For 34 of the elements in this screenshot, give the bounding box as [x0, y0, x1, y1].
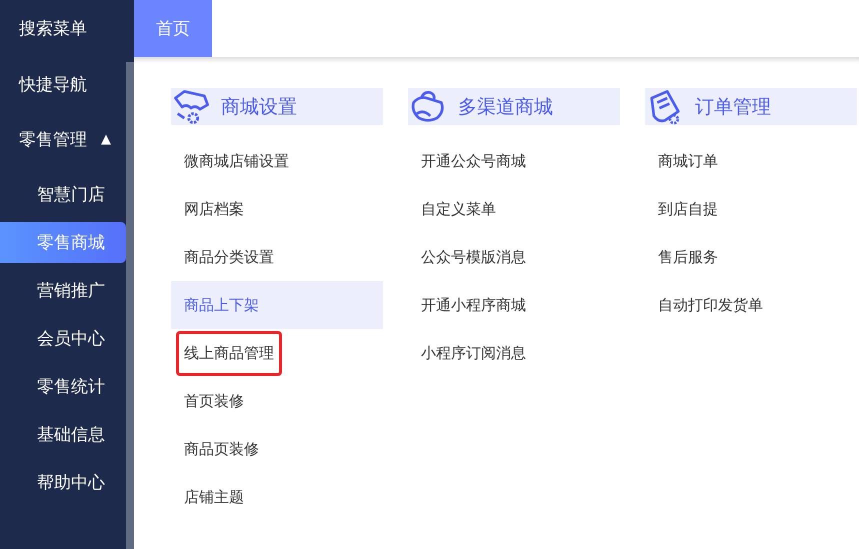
sidebar-item[interactable]: 智慧门店: [0, 174, 126, 215]
sidebar-item[interactable]: 营销推广: [0, 270, 126, 311]
menu-item[interactable]: 开通公众号商城: [408, 137, 620, 185]
sidebar-item[interactable]: 搜索菜单: [0, 0, 126, 57]
menu-item[interactable]: 自动打印发货单: [645, 281, 857, 329]
menu-item[interactable]: 售后服务: [645, 233, 857, 281]
menu-item[interactable]: 商品分类设置: [171, 233, 383, 281]
menu-item[interactable]: 商品页装修: [171, 425, 383, 473]
sidebar-item[interactable]: 快捷导航: [0, 57, 126, 112]
menu-item[interactable]: 店铺主题: [171, 473, 383, 521]
sidebar-item[interactable]: 帮助中心: [0, 462, 126, 503]
sidebar-group[interactable]: 零售管理 ▲: [0, 112, 126, 167]
sidebar-item[interactable]: 会员中心: [0, 318, 126, 359]
column-title: 多渠道商城: [458, 94, 553, 120]
menu-item[interactable]: 到店自提: [645, 185, 857, 233]
sidebar-item[interactable]: 零售统计: [0, 366, 126, 407]
menu-item[interactable]: 公众号模版消息: [408, 233, 620, 281]
menu-item[interactable]: 开通小程序商城: [408, 281, 620, 329]
column-title: 订单管理: [695, 94, 771, 120]
sidebar-item[interactable]: 基础信息: [0, 414, 126, 455]
column-title: 商城设置: [221, 94, 297, 120]
menu-item[interactable]: 线上商品管理: [171, 329, 383, 377]
menu-item[interactable]: 微商城店铺设置: [171, 137, 383, 185]
menu-item[interactable]: 商城订单: [645, 137, 857, 185]
menu-item[interactable]: 自定义菜单: [408, 185, 620, 233]
menu-item[interactable]: 首页装修: [171, 377, 383, 425]
group-label: 零售管理: [19, 129, 87, 151]
toggle-icon[interactable]: ▲: [101, 132, 111, 147]
shop-gear-icon: [171, 89, 211, 125]
scrollbar[interactable]: [126, 57, 134, 549]
menu-item[interactable]: 小程序订阅消息: [408, 329, 620, 377]
sidebar-item[interactable]: 零售商城: [0, 222, 126, 263]
menu-item[interactable]: 商品上下架: [171, 281, 383, 329]
menu-item[interactable]: 网店档案: [171, 185, 383, 233]
